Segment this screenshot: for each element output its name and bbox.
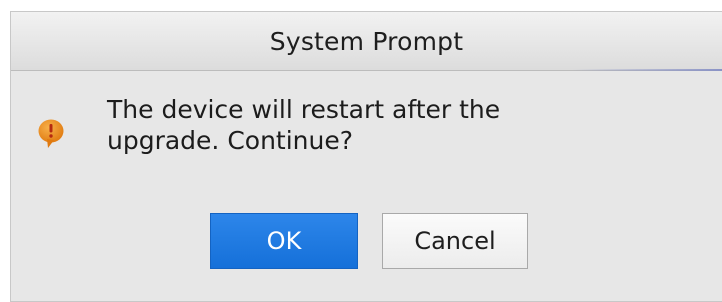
- dialog-titlebar: System Prompt: [11, 12, 722, 71]
- ok-button[interactable]: OK: [210, 213, 358, 269]
- dialog-message-line2: upgrade. Continue?: [107, 126, 354, 155]
- dialog-body: The device will restart after the upgrad…: [11, 72, 722, 301]
- system-prompt-dialog: System Prompt The device will restart af…: [10, 11, 722, 302]
- dialog-title: System Prompt: [269, 26, 464, 56]
- warning-icon: [38, 119, 64, 148]
- cancel-button[interactable]: Cancel: [382, 213, 528, 269]
- dialog-message-line1: The device will restart after the: [107, 95, 501, 124]
- dialog-message: The device will restart after the upgrad…: [107, 94, 627, 156]
